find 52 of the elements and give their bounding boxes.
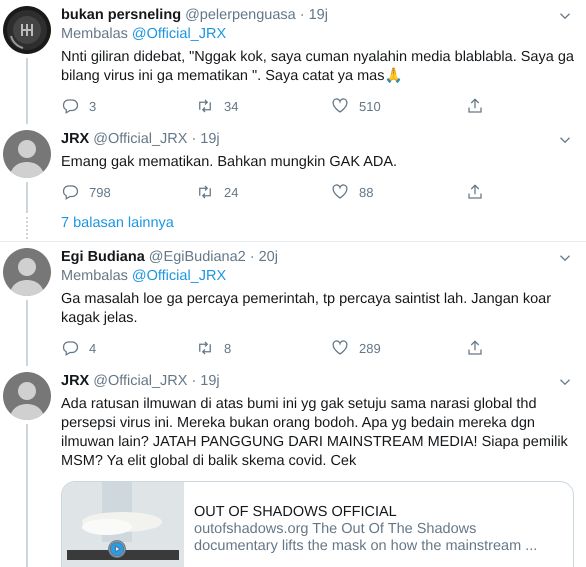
card-title: OUT OF SHADOWS OFFICIAL <box>194 504 398 521</box>
user-name[interactable]: JRX <box>61 372 90 391</box>
card-description: outofshadows.org The Out Of The Shadows documentary lifts the mask on how the mainstream ... <box>194 521 538 555</box>
separator-dot: · <box>191 130 196 149</box>
tweet-time[interactable]: 19j <box>200 372 220 391</box>
reply-label: Membalas <box>61 267 128 286</box>
tweet-text: Ga masalah loe ga percaya pemerintah, tp percaya saintist lah. Jangan koar kagak jelas. <box>61 290 552 328</box>
heart-icon[interactable] <box>331 183 349 201</box>
reply-icon[interactable] <box>61 97 79 115</box>
heart-icon[interactable] <box>331 97 349 115</box>
reply-icon[interactable] <box>61 183 79 201</box>
user-name[interactable]: JRX <box>61 130 90 149</box>
link-card[interactable]: OUT OF SHADOWS OFFICIAL outofshadows.org The Out Of The Shadows documentary lifts the mask on how the mainstream ... <box>61 481 574 567</box>
reply-icon[interactable] <box>61 339 79 357</box>
separator-dot: · <box>300 6 305 25</box>
heart-icon[interactable] <box>331 339 349 357</box>
retweet-count: 24 <box>224 184 238 202</box>
user-handle[interactable]: @pelerpenguasa <box>185 6 296 25</box>
share-icon[interactable] <box>466 339 484 357</box>
share-icon[interactable] <box>466 183 484 201</box>
reply-count: 798 <box>89 184 111 202</box>
tweet-time[interactable]: 19j <box>308 6 328 25</box>
reply-count: 3 <box>89 98 96 116</box>
tweet-text: Nnti giliran didebat, "Nggak kok, saya cuman nyalahin media blablabla. Saya ga bilang virus ini ga mematikan ". Saya catat ya mas🙏 <box>61 48 574 86</box>
like-count: 289 <box>359 340 381 358</box>
tweet-time[interactable]: 19j <box>200 130 220 149</box>
mention-link[interactable]: @Official_JRX <box>132 267 226 286</box>
reply-label: Membalas <box>61 25 128 44</box>
like-count: 510 <box>359 98 381 116</box>
user-name[interactable]: Egi Budiana <box>61 248 145 267</box>
user-handle[interactable]: @Official_JRX <box>93 372 188 391</box>
like-count: 88 <box>359 184 374 202</box>
share-icon[interactable] <box>466 97 484 115</box>
user-name[interactable]: bukan persneling <box>61 6 182 25</box>
tweet-text: Emang gak mematikan. Bahkan mungkin GAK ADA. <box>61 153 398 172</box>
show-replies-link[interactable]: 7 balasan lainnya <box>61 214 574 241</box>
mention-link[interactable]: @Official_JRX <box>132 25 226 44</box>
retweet-icon[interactable] <box>196 339 214 357</box>
user-handle[interactable]: @EgiBudiana2 <box>148 248 246 267</box>
user-handle[interactable]: @Official_JRX <box>93 130 188 149</box>
avatar-icon <box>3 130 51 178</box>
avatar-icon <box>3 248 51 296</box>
separator-dot: · <box>250 248 255 267</box>
avatar-icon <box>3 372 51 420</box>
reply-count: 4 <box>89 340 96 358</box>
retweet-icon[interactable] <box>196 183 214 201</box>
separator-dot: · <box>191 372 196 391</box>
retweet-count: 8 <box>224 340 232 358</box>
tweet-text: Ada ratusan ilmuwan di atas bumi ini yg gak setuju sama narasi global thd persepsi virus ini. Mereka bukan orang bodoh. Apa yg bedain mereka dgn ilmuwan lain? JATAH PANGGUNG DARI MAINSTREAM MEDIA! Siapa pemilik MSM? Ya elit global di balik skema covid. Cek <box>61 395 569 471</box>
tweet-time[interactable]: 20j <box>258 248 278 267</box>
retweet-count: 34 <box>224 98 238 116</box>
retweet-icon[interactable] <box>196 97 214 115</box>
